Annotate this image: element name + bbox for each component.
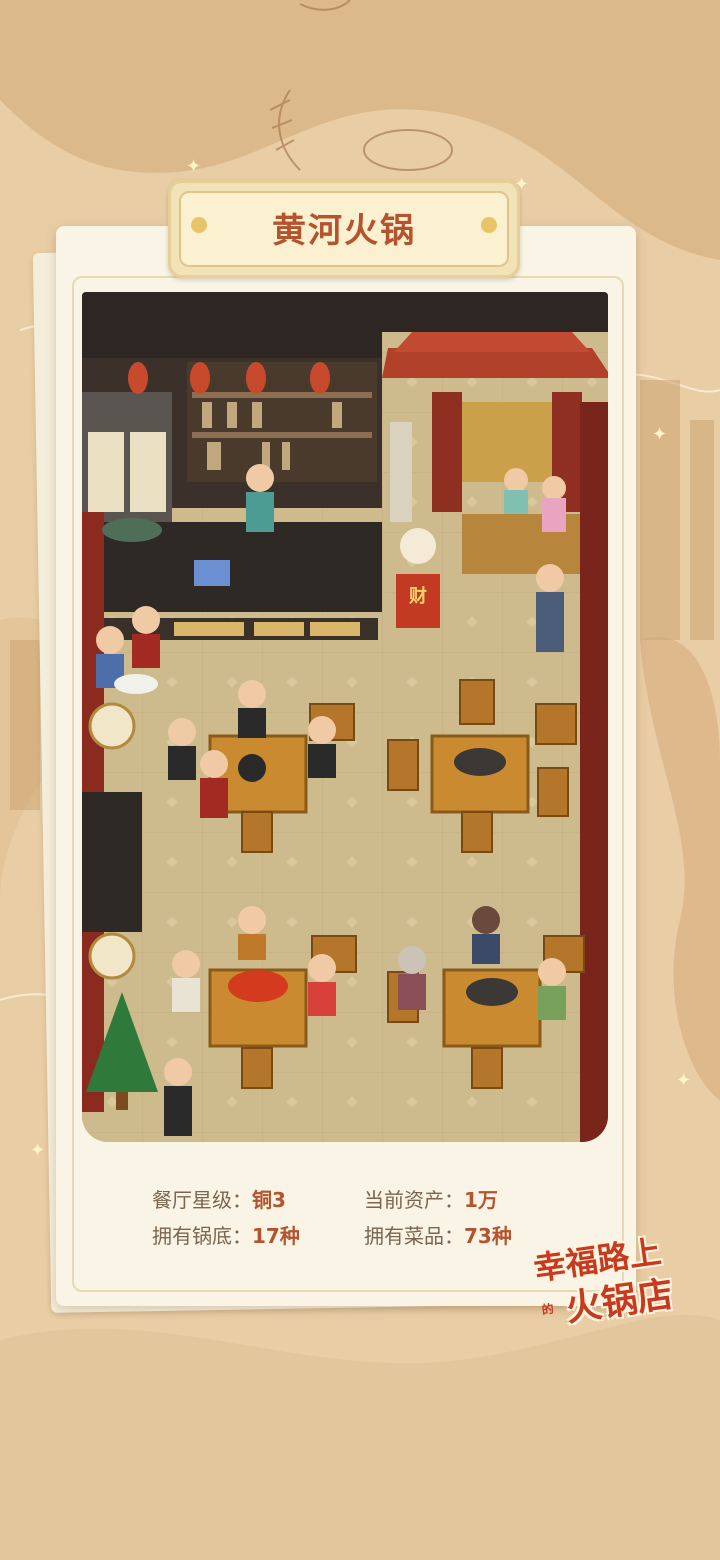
stat-dishes: 拥有菜品：73种 (364, 1220, 512, 1249)
stat-label: 拥有菜品： (364, 1224, 464, 1248)
cashier-sign: 财 (409, 586, 427, 607)
stat-value: 73种 (464, 1224, 512, 1248)
stat-assets: 当前资产：1万 (364, 1184, 498, 1213)
restaurant-name-plaque: 黄河火锅 (168, 180, 520, 278)
stat-label: 当前资产： (364, 1188, 464, 1212)
stat-soup-bases: 拥有锅底：17种 (152, 1220, 300, 1249)
stat-value: 17种 (252, 1224, 300, 1248)
restaurant-scene-art (82, 292, 608, 1142)
sparkle-icon: ✦ (676, 1070, 692, 1091)
stat-value: 铜3 (252, 1188, 286, 1212)
sparkle-icon: ✦ (652, 424, 668, 445)
restaurant-name: 黄河火锅 (272, 211, 416, 251)
stat-star-level: 餐厅星级：铜3 (152, 1184, 286, 1213)
sparkle-icon: ✦ (186, 156, 202, 177)
stat-value: 1万 (464, 1188, 498, 1212)
stat-label: 餐厅星级： (152, 1188, 252, 1212)
logo-small: 的 (540, 1301, 555, 1318)
stat-label: 拥有锅底： (152, 1224, 252, 1248)
restaurant-scene[interactable]: 财 (82, 292, 608, 1142)
sparkle-icon: ✦ (30, 1140, 46, 1161)
